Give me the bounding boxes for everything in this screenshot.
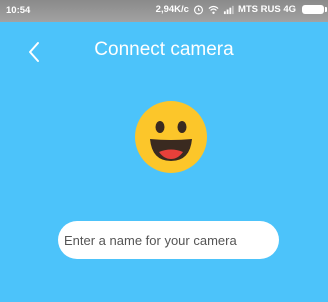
carrier-name: MTS RUS 4G [237,4,296,15]
signal-icon [223,5,234,15]
network-speed: 2,94K/c [155,4,189,15]
wifi-icon [208,5,219,14]
battery-icon [302,5,327,14]
page-title: Connect camera [94,39,234,60]
status-time: 10:54 [6,5,31,16]
status-indicators: 2,94K/c MTS RUS 4G [155,4,327,15]
smiling-face-icon [135,101,207,173]
status-bar: 10:54 2,94K/c MTS RUS 4G [0,0,328,22]
alarm-icon [193,5,203,15]
camera-name-input[interactable] [58,221,279,259]
